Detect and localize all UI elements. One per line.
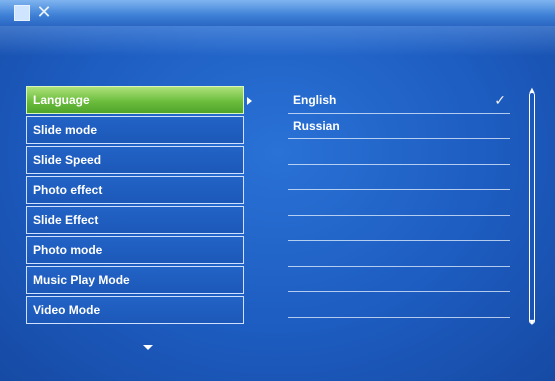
option-empty xyxy=(288,165,510,190)
menu-item-photo-mode[interactable]: Photo mode xyxy=(26,236,244,264)
option-empty xyxy=(288,241,510,267)
tools-icon[interactable]: ✕ xyxy=(34,2,54,22)
option-empty xyxy=(288,267,510,292)
language-options: English ✓ Russian xyxy=(288,88,510,318)
menu-item-music-play-mode[interactable]: Music Play Mode xyxy=(26,266,244,294)
scroll-down-icon[interactable]: ▼ xyxy=(525,317,539,327)
option-russian[interactable]: Russian xyxy=(288,114,510,139)
option-empty xyxy=(288,292,510,318)
option-empty xyxy=(288,190,510,216)
top-bar-glow xyxy=(0,26,555,56)
option-label: Russian xyxy=(293,118,340,133)
settings-screen: ✕ Language Slide mode Slide Speed Photo … xyxy=(0,0,555,381)
check-icon: ✓ xyxy=(494,92,506,108)
option-english[interactable]: English ✓ xyxy=(288,88,510,114)
more-items-arrow-icon[interactable] xyxy=(143,345,153,350)
menu-item-slide-effect[interactable]: Slide Effect xyxy=(26,206,244,234)
top-bar: ✕ xyxy=(0,0,555,56)
menu-item-slide-speed[interactable]: Slide Speed xyxy=(26,146,244,174)
submenu-arrow-icon xyxy=(247,97,252,105)
menu-item-photo-effect[interactable]: Photo effect xyxy=(26,176,244,204)
menu-item-slide-mode[interactable]: Slide mode xyxy=(26,116,244,144)
option-label: English xyxy=(293,93,337,107)
photo-icon[interactable] xyxy=(14,5,30,21)
option-empty xyxy=(288,216,510,241)
settings-menu: Language Slide mode Slide Speed Photo ef… xyxy=(26,86,244,326)
menu-item-video-mode[interactable]: Video Mode xyxy=(26,296,244,324)
option-empty xyxy=(288,139,510,165)
menu-item-language[interactable]: Language xyxy=(26,86,244,114)
scrollbar[interactable] xyxy=(529,92,535,324)
